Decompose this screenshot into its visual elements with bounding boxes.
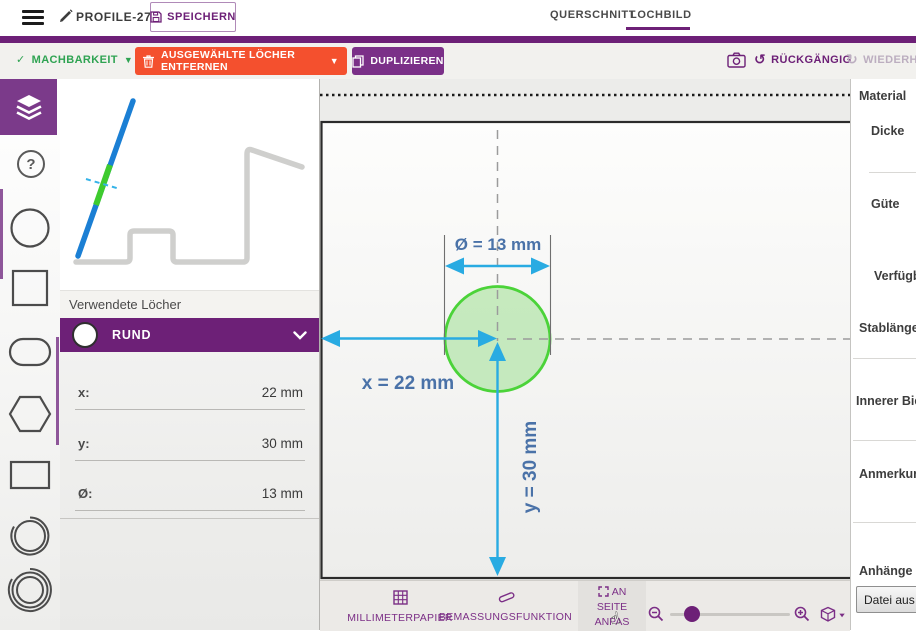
hole-type-label: RUND: [112, 328, 293, 342]
purple-divider: [0, 36, 916, 43]
shape-sidebar: ?: [0, 79, 61, 630]
file-select-button[interactable]: Datei aus: [856, 586, 916, 613]
chevron-down-icon: [293, 331, 307, 340]
action-toolbar: ✓ MACHBARKEIT ▼ AUSGEWÄHLTE LÖCHER ENTFE…: [0, 43, 916, 80]
redo-icon: ↻: [846, 53, 858, 67]
availability-label: Verfügb: [874, 269, 916, 283]
undo-button[interactable]: ↺ RÜCKGÄNGIG: [754, 53, 852, 67]
active-tab-underline: [626, 27, 690, 30]
used-holes-label: Verwendete Löcher: [60, 290, 319, 318]
zoom-slider-knob[interactable]: [684, 606, 700, 622]
view-3d-button[interactable]: [820, 606, 846, 623]
diameter-input[interactable]: [75, 510, 305, 511]
section-divider: [853, 440, 916, 441]
x-field-value[interactable]: 22 mm: [262, 385, 303, 400]
sheet-outline: [322, 122, 851, 578]
profile-preview: [60, 79, 319, 290]
round-hole-icon: [72, 322, 98, 348]
y-field-row: y: 30 mm: [60, 420, 319, 470]
x-dimension-label: x = 22 mm: [362, 373, 454, 394]
layers-button[interactable]: [0, 79, 57, 135]
duplicate-button[interactable]: DUPLIZIEREN: [352, 47, 444, 75]
tool-ring[interactable]: [0, 567, 60, 613]
tab-querschnitt[interactable]: QUERSCHNITT: [550, 9, 636, 21]
grade-label: Güte: [871, 197, 899, 211]
diameter-field-value[interactable]: 13 mm: [262, 486, 303, 501]
copy-icon: [352, 55, 364, 68]
save-button[interactable]: SPEICHERN: [150, 2, 236, 32]
tool-rectangle[interactable]: [0, 459, 60, 491]
tool-thread[interactable]: [0, 514, 60, 558]
drawing-canvas[interactable]: Ø = 13 mm x = 22 mm y = 30 mm: [320, 79, 850, 580]
section-divider: [853, 358, 916, 359]
trash-icon: [143, 55, 154, 68]
feasibility-dropdown[interactable]: ✓ MACHBARKEIT ▼: [16, 53, 133, 66]
undo-icon: ↺: [754, 53, 766, 67]
expand-icon: [598, 586, 609, 597]
hamburger-menu-icon[interactable]: [22, 10, 44, 25]
y-dimension-label: y = 30 mm: [520, 421, 541, 513]
top-bar: PROFILE-2738 SPEICHERN QUERSCHNITT LOCHB…: [0, 0, 916, 36]
canvas-bottom-toolbar: MILLIMETERPAPIER BEMASSUNGSFUNKTION AN S…: [320, 580, 850, 631]
notes-label: Anmerkur: [859, 467, 916, 481]
camera-icon[interactable]: [727, 52, 746, 68]
tool-slot[interactable]: [0, 337, 60, 367]
x-field-label: x:: [78, 385, 90, 400]
y-field-label: y:: [78, 436, 90, 451]
hole-properties-panel: Verwendete Löcher RUND x: 22 mm y: 30 mm…: [60, 79, 320, 630]
tool-circle[interactable]: [0, 207, 60, 249]
diameter-field-label: Ø:: [78, 486, 92, 501]
check-icon: ✓: [16, 53, 26, 66]
x-field-row: x: 22 mm: [60, 369, 319, 419]
attachments-label: Anhänge: [859, 564, 912, 578]
x-input[interactable]: [75, 409, 305, 410]
thickness-label: Dicke: [871, 124, 904, 138]
hole-type-dropdown[interactable]: RUND: [60, 318, 319, 352]
layers-icon: [14, 93, 44, 121]
inner-radius-label: Innerer Bie: [856, 394, 916, 408]
dimension-pencil-icon: [497, 590, 515, 604]
save-icon: [150, 11, 162, 23]
tool-hexagon[interactable]: [0, 394, 60, 434]
panel-divider: [60, 518, 319, 519]
field-underline: [869, 172, 916, 173]
y-input[interactable]: [75, 460, 305, 461]
material-panel: Material Dicke Güte Verfügb Stablänge In…: [850, 79, 916, 630]
tool-square[interactable]: [0, 268, 60, 308]
zoom-out-button[interactable]: [648, 606, 664, 622]
caret-down-icon[interactable]: ▼: [330, 56, 339, 66]
tab-lochbild[interactable]: LOCHBILD: [630, 9, 692, 21]
material-label: Material: [859, 89, 906, 103]
bar-length-label: Stablänge: [859, 321, 916, 335]
caret-down-icon: ▼: [124, 55, 133, 65]
diameter-dimension-label: Ø = 13 mm: [455, 235, 541, 254]
pencil-icon: [59, 9, 73, 23]
dimension-tool-button[interactable]: BEMASSUNGSFUNKTION: [438, 590, 573, 623]
zoom-in-button[interactable]: [794, 606, 810, 622]
diameter-field-row: Ø: 13 mm: [60, 470, 319, 520]
y-field-value[interactable]: 30 mm: [262, 436, 303, 451]
section-divider: [853, 522, 916, 523]
help-icon[interactable]: ?: [17, 150, 45, 178]
grid-icon: [393, 590, 408, 605]
redo-button[interactable]: ↻ WIEDERHE: [846, 53, 916, 67]
remove-holes-button[interactable]: AUSGEWÄHLTE LÖCHER ENTFERNEN ▼: [135, 47, 347, 75]
